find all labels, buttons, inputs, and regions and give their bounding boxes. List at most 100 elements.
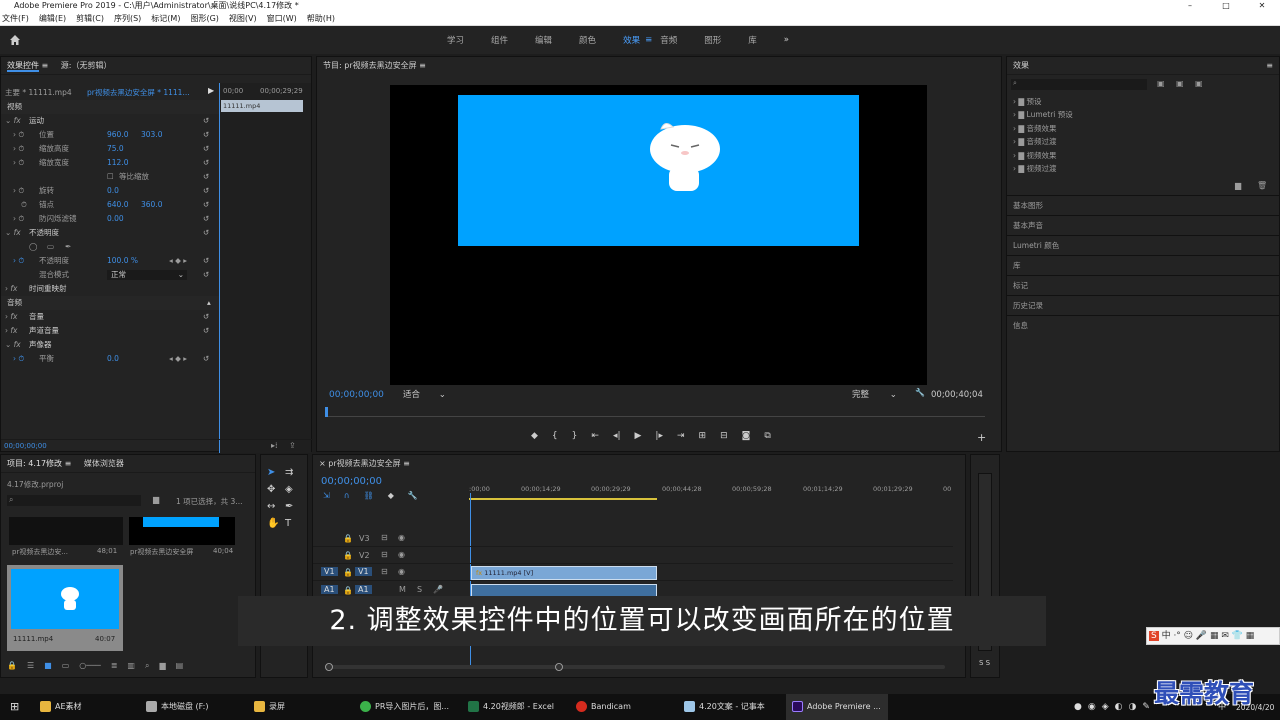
effects-search-input[interactable]: ⌕	[1011, 79, 1147, 90]
pen-icon[interactable]: ✒	[285, 501, 303, 512]
panel-menu-icon[interactable]: ≡	[417, 61, 426, 70]
section-lumetri-color[interactable]: Lumetri 颜色	[1007, 235, 1279, 255]
ws-tab-libraries[interactable]: 库	[748, 34, 757, 46]
effect-folder-audio-effects[interactable]: › ▇ 音频效果	[1013, 122, 1073, 135]
section-libraries[interactable]: 库	[1007, 255, 1279, 275]
taskbar-ae-folder[interactable]: AE素材	[40, 694, 82, 720]
menu-view[interactable]: 视图(V)	[229, 12, 257, 25]
ws-tab-assembly[interactable]: 组件	[491, 34, 508, 46]
anchor-row[interactable]: ⏱ 锚点 640.0 360.0 ↺	[1, 198, 219, 212]
section-info[interactable]: 信息	[1007, 315, 1279, 335]
effect-folder-presets[interactable]: › ▇ 预设	[1013, 95, 1073, 108]
home-icon[interactable]	[9, 34, 21, 46]
add-button-icon[interactable]: +	[977, 431, 986, 444]
taskbar-record-folder[interactable]: 录屏	[254, 694, 285, 720]
32bit-icon[interactable]: ▣	[1176, 79, 1184, 88]
ws-menu-icon[interactable]: ≡	[645, 35, 652, 45]
ellipse-mask-icon[interactable]: ◯	[29, 240, 37, 254]
panel-menu-icon[interactable]: ≡	[42, 61, 51, 70]
ws-tab-edit[interactable]: 编辑	[535, 34, 552, 46]
taskbar-local-disk[interactable]: 本地磁盘 (F:)	[146, 694, 208, 720]
panel-menu-icon[interactable]: ≡	[62, 459, 74, 468]
quality-select[interactable]: 完整 ⌄	[852, 388, 907, 400]
position-row[interactable]: › ⏱ 位置 960.0 303.0 ↺	[1, 128, 219, 142]
effect-folder-video-effects[interactable]: › ▇ 视频效果	[1013, 149, 1073, 162]
sync-icon[interactable]: ⊟	[381, 567, 388, 576]
menu-edit[interactable]: 编辑(E)	[39, 12, 66, 25]
menu-help[interactable]: 帮助(H)	[307, 12, 335, 25]
mark-out-icon[interactable]: }	[572, 431, 578, 441]
ws-tab-graphics[interactable]: 图形	[704, 34, 721, 46]
mini-timeline[interactable]: 00;00 00;00;29;29 11111.mp4	[219, 83, 311, 453]
opacity-section[interactable]: ⌄ fx 不透明度 ↺	[1, 226, 219, 240]
marker-icon[interactable]: ◆	[531, 431, 538, 441]
position-x[interactable]: 960.0	[107, 128, 128, 142]
hand-icon[interactable]: ✋	[267, 518, 285, 529]
source-patch-a1[interactable]: A1	[321, 585, 338, 594]
blend-mode-row[interactable]: 混合模式 正常 ⌄ ↺	[1, 268, 219, 282]
scale-width-row[interactable]: › ⏱ 缩放宽度 112.0 ↺	[1, 156, 219, 170]
razor-icon[interactable]: ◈	[285, 484, 303, 495]
scale-height-row[interactable]: › ⏱ 缩放高度 75.0 ↺	[1, 142, 219, 156]
time-remap-row[interactable]: › fx 时间重映射	[1, 282, 219, 296]
panel-menu-icon[interactable]: ≡	[401, 459, 410, 468]
snap-icon[interactable]: ∩	[344, 491, 350, 500]
step-forward-icon[interactable]: |▸	[655, 431, 663, 441]
menu-clip[interactable]: 剪辑(C)	[76, 12, 104, 25]
program-video-frame[interactable]	[390, 85, 927, 385]
sync-icon[interactable]: ⊟	[381, 550, 388, 559]
effect-folder-lumetri-presets[interactable]: › ▇ Lumetri 预设	[1013, 108, 1073, 121]
program-title[interactable]: 节目: pr视频去黑边安全屏	[323, 61, 417, 70]
eye-icon[interactable]: ◉	[398, 550, 405, 559]
filter-icon[interactable]: ▸⁞	[271, 441, 278, 450]
eye-icon[interactable]: ◉	[398, 533, 405, 542]
go-to-in-icon[interactable]: ⇤	[591, 431, 599, 441]
motion-row[interactable]: ⌄ fx 运动 ↺	[1, 114, 219, 128]
step-back-icon[interactable]: ◂|	[613, 431, 621, 441]
ws-tab-effects[interactable]: 效果	[623, 34, 640, 46]
effect-folder-audio-transitions[interactable]: › ▇ 音频过渡	[1013, 135, 1073, 148]
sync-icon[interactable]: ⊟	[381, 533, 388, 542]
ec-timecode[interactable]: 00;00;00;00	[4, 442, 47, 450]
rect-mask-icon[interactable]: ▭	[47, 240, 54, 254]
overwrite-icon[interactable]: ⊟	[720, 431, 728, 441]
panner-row[interactable]: ⌄ fx 声像器	[1, 338, 219, 352]
project-search-input[interactable]: ⌕	[7, 495, 141, 506]
channel-volume-row[interactable]: › fx 声道音量 ↺	[1, 324, 219, 338]
menu-marker[interactable]: 标记(M)	[151, 12, 180, 25]
ripple-edit-icon[interactable]: ✥	[267, 484, 285, 495]
lock-icon[interactable]: 🔒	[7, 661, 17, 671]
start-icon[interactable]: ⊞	[10, 694, 19, 720]
camera-icon[interactable]: ◙	[742, 431, 751, 441]
slip-icon[interactable]: ↔	[267, 501, 285, 512]
selection-tool-icon[interactable]: ➤	[267, 467, 285, 478]
reset-icon[interactable]: ↺	[203, 114, 209, 128]
nest-icon[interactable]: ⇲	[323, 491, 330, 500]
freeform-view-icon[interactable]: ▭	[62, 661, 70, 671]
effect-folder-video-transitions[interactable]: › ▇ 视频过渡	[1013, 162, 1073, 175]
taskbar-chrome[interactable]: PR导入图片后，图...	[360, 694, 449, 720]
track-select-icon[interactable]: ⇉	[285, 467, 303, 478]
list-view-icon[interactable]: ☰	[27, 661, 34, 671]
settings-wrench-icon[interactable]: 🔧	[915, 388, 925, 397]
source-patch-v1[interactable]: V1	[321, 567, 338, 576]
video-clip[interactable]: fx 11111.mp4 [V]	[471, 566, 657, 580]
pen-mask-icon[interactable]: ✒	[65, 240, 71, 254]
timeline-timecode[interactable]: 00;00;00;00	[321, 476, 382, 487]
maximize-icon[interactable]: □	[1208, 0, 1244, 12]
zoom-slider[interactable]: ○───	[79, 661, 100, 671]
uniform-scale-row[interactable]: ☐ 等比缩放 ↺	[1, 170, 219, 184]
taskbar-bandicam[interactable]: Bandicam	[576, 694, 631, 720]
add-marker-icon[interactable]: ◆	[388, 491, 394, 500]
go-to-out-icon[interactable]: ⇥	[677, 431, 685, 441]
new-item-icon[interactable]: ▤	[176, 661, 184, 671]
close-icon[interactable]: ✕	[1244, 0, 1280, 12]
section-essential-graphics[interactable]: 基本图形	[1007, 195, 1279, 215]
meter-solo-label[interactable]: S S	[979, 659, 990, 667]
menu-graphics[interactable]: 图形(G)	[190, 12, 218, 25]
opacity-row[interactable]: › ⏱ 不透明度 100.0 % ◂ ◆ ▸ ↺	[1, 254, 219, 268]
ws-tab-color[interactable]: 颜色	[579, 34, 596, 46]
ime-toolbar[interactable]: S 中 ·° ☺ 🎤 ▦ ✉ 👕 ▦	[1146, 627, 1280, 645]
menu-file[interactable]: 文件(F)	[2, 12, 29, 25]
play-only-icon[interactable]: ▶	[208, 86, 214, 95]
